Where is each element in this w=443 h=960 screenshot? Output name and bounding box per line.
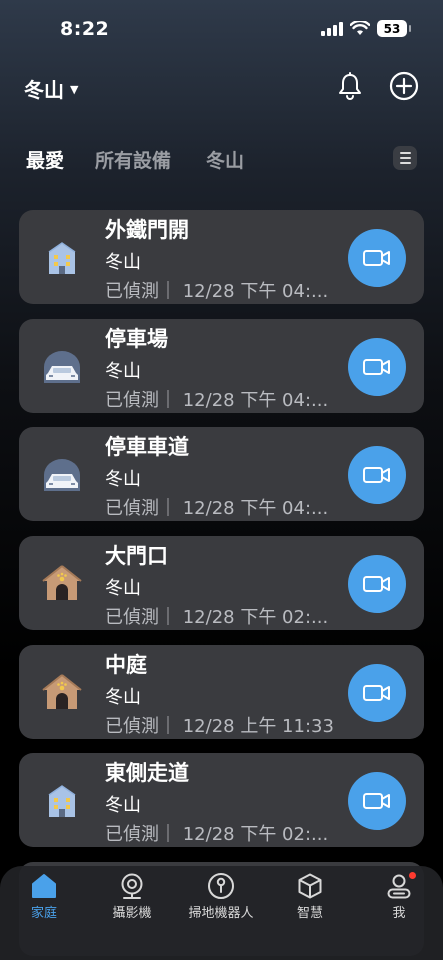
device-card[interactable]: 停車場 冬山 已偵測｜ 12/28 下午 04:... <box>19 319 424 413</box>
robot-vacuum-icon <box>208 873 234 899</box>
device-title: 停車場 <box>105 327 168 351</box>
tab-bar-label: 掃地機器人 <box>188 906 254 921</box>
webcam-icon <box>121 873 143 899</box>
device-home: 冬山 <box>105 361 141 382</box>
device-title: 外鐵門開 <box>105 218 189 242</box>
tab-list-menu-button[interactable] <box>393 146 417 170</box>
cube-icon <box>298 873 322 899</box>
tab-bar-home[interactable]: 家庭 <box>1 872 87 921</box>
tab-bar-me[interactable]: 我 <box>356 872 442 921</box>
video-camera-icon <box>363 359 390 375</box>
device-title: 中庭 <box>105 653 147 677</box>
cellular-signal-icon <box>321 21 343 36</box>
wifi-icon <box>350 21 370 35</box>
device-status: 已偵測｜ 12/28 下午 04:... <box>105 390 329 411</box>
video-camera-icon <box>363 250 390 266</box>
video-camera-icon <box>363 793 390 809</box>
tab-bar-robot-vacuum[interactable]: 掃地機器人 <box>178 872 264 921</box>
device-title: 停車車道 <box>105 435 189 459</box>
open-camera-button[interactable] <box>348 446 406 504</box>
open-camera-button[interactable] <box>348 664 406 722</box>
device-title: 大門口 <box>105 544 168 568</box>
device-status: 已偵測｜ 12/28 下午 04:... <box>105 498 329 519</box>
car-garage-icon <box>44 351 80 383</box>
status-icons: 53 <box>321 20 411 37</box>
open-camera-button[interactable] <box>348 772 406 830</box>
open-camera-button[interactable] <box>348 338 406 396</box>
category-tabs: 最愛 所有設備 冬山 <box>26 146 417 176</box>
device-status: 已偵測｜ 12/28 下午 02:... <box>105 824 329 845</box>
device-home: 冬山 <box>105 469 141 490</box>
building-icon <box>48 785 76 817</box>
add-device-button[interactable] <box>388 70 420 102</box>
device-home: 冬山 <box>105 795 141 816</box>
tab-bar-smart[interactable]: 智慧 <box>267 872 353 921</box>
doghouse-icon <box>42 565 82 600</box>
building-icon <box>48 242 76 274</box>
tab-all-devices[interactable]: 所有設備 <box>95 146 171 173</box>
notification-dot <box>409 872 416 879</box>
device-status: 已偵測｜ 12/28 下午 04:... <box>105 281 329 302</box>
device-card[interactable]: 停車車道 冬山 已偵測｜ 12/28 下午 04:... <box>19 427 424 521</box>
battery-indicator: 53 <box>377 20 411 37</box>
tab-home[interactable]: 冬山 <box>206 146 244 173</box>
device-card[interactable]: 東側走道 冬山 已偵測｜ 12/28 下午 02:... <box>19 753 424 847</box>
tab-bar-label: 家庭 <box>30 906 57 921</box>
device-home: 冬山 <box>105 687 141 708</box>
car-garage-icon <box>44 459 80 491</box>
video-camera-icon <box>363 685 390 701</box>
notifications-button[interactable] <box>334 70 366 102</box>
tab-bar-label: 攝影機 <box>112 906 152 921</box>
home-icon <box>32 874 56 898</box>
open-camera-button[interactable] <box>348 555 406 613</box>
device-status: 已偵測｜ 12/28 下午 02:... <box>105 607 329 628</box>
caret-down-icon: ▼ <box>70 83 79 96</box>
device-card[interactable]: 大門口 冬山 已偵測｜ 12/28 下午 02:... <box>19 536 424 630</box>
home-name: 冬山 <box>24 78 64 102</box>
tab-bar-label: 智慧 <box>296 906 323 921</box>
video-camera-icon <box>363 467 390 483</box>
device-status: 已偵測｜ 12/28 上午 11:33 <box>105 716 334 737</box>
video-camera-icon <box>363 576 390 592</box>
device-card[interactable]: 中庭 冬山 已偵測｜ 12/28 上午 11:33 <box>19 645 424 739</box>
device-home: 冬山 <box>105 578 141 599</box>
bottom-tab-bar: 家庭 攝影機 掃地機器人 智慧 我 <box>0 866 443 960</box>
tab-favorites[interactable]: 最愛 <box>26 146 64 173</box>
device-title: 東側走道 <box>105 761 189 785</box>
bell-icon <box>339 72 361 100</box>
device-card[interactable]: 外鐵門開 冬山 已偵測｜ 12/28 下午 04:... <box>19 210 424 304</box>
tab-bar-cameras[interactable]: 攝影機 <box>89 872 175 921</box>
plus-circle-icon <box>389 71 419 101</box>
status-time: 8:22 <box>60 18 110 40</box>
home-selector[interactable]: 冬山 ▼ <box>24 74 78 103</box>
doghouse-icon <box>42 674 82 709</box>
status-bar: 8:22 53 <box>0 0 443 56</box>
tab-bar-label: 我 <box>392 906 406 921</box>
device-home: 冬山 <box>105 252 141 273</box>
header: 冬山 ▼ <box>0 70 443 106</box>
open-camera-button[interactable] <box>348 229 406 287</box>
